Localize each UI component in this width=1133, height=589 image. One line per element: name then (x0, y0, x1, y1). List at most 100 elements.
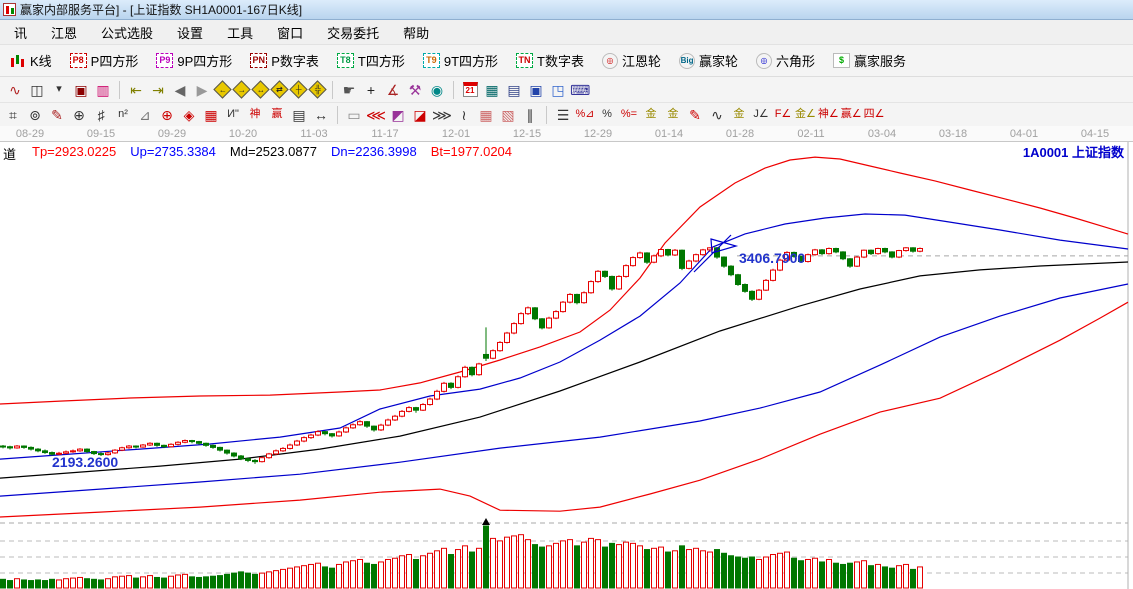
toolbar-divider (453, 81, 454, 99)
fan-box-magenta-icon[interactable]: ◩ (388, 105, 408, 125)
price-ladder-icon[interactable]: ☰ (553, 105, 573, 125)
calculator-icon[interactable]: ▦ (482, 80, 502, 100)
hand-tool-icon[interactable]: ☛ (339, 80, 359, 100)
frame-tool-icon[interactable]: ▭ (344, 105, 364, 125)
shen-tool-icon[interactable]: 神 (245, 105, 265, 125)
indicator-value-4: Bt=1977.0204 (431, 144, 512, 163)
crosshair-icon[interactable]: + (361, 80, 381, 100)
n2-icon[interactable]: n² (113, 105, 133, 125)
arrow-fan-icon[interactable]: ⋙ (432, 105, 452, 125)
percent-icon[interactable]: % (597, 105, 617, 125)
toolbar-divider (337, 106, 338, 124)
ying-tool-icon[interactable]: 赢 (267, 105, 287, 125)
angle-f-icon[interactable]: F∠ (773, 105, 793, 125)
circle-grid-icon[interactable]: ⊕ (69, 105, 89, 125)
network-icon[interactable]: ◳ (548, 80, 568, 100)
calendar-icon[interactable]: 21 (460, 80, 480, 100)
brush-flag-icon[interactable]: ✎ (685, 105, 705, 125)
grid-target-icon[interactable]: ▦ (201, 105, 221, 125)
kline-type-icon[interactable]: ◫ (27, 80, 47, 100)
menu-item-7[interactable]: 帮助 (391, 20, 441, 45)
p-number-table-button[interactable]: PNP数字表 (246, 49, 323, 72)
target-red-icon[interactable]: ⊕ (157, 105, 177, 125)
flag-angle-icon[interactable]: ⊿ (135, 105, 155, 125)
menu-item-2[interactable]: 公式选股 (89, 20, 165, 45)
gann-wheel-button-icon: ◎ (602, 53, 618, 69)
width-arrow-icon[interactable]: ↔ (311, 105, 331, 125)
pattern-tool-icon[interactable]: ⚒ (405, 80, 425, 100)
wave-tool-icon[interactable]: ∿ (707, 105, 727, 125)
save-icon[interactable]: ▣ (526, 80, 546, 100)
shift-right-icon[interactable]: → (232, 80, 250, 98)
angle-si-icon[interactable]: 四∠ (864, 105, 885, 125)
last-page-icon[interactable]: ⇥ (148, 80, 168, 100)
t-square-button[interactable]: T8T四方形 (333, 49, 409, 72)
analysis-brain-icon[interactable]: ◉ (427, 80, 447, 100)
notes-icon[interactable]: ▤ (504, 80, 524, 100)
grid-box-icon[interactable]: ▦ (476, 105, 496, 125)
percent-level-icon[interactable]: %= (619, 105, 639, 125)
computer-icon[interactable]: ⌨ (570, 80, 590, 100)
p-square-button-icon: P8 (70, 53, 87, 68)
gold-circle-icon[interactable]: 金 (641, 105, 661, 125)
parallel-lines-icon[interactable]: ∥ (520, 105, 540, 125)
nine-p-square-button[interactable]: P99P四方形 (152, 49, 236, 72)
gold-underline-icon[interactable]: 金 (729, 105, 749, 125)
volume-profile-icon[interactable]: ▥ (93, 80, 113, 100)
nine-t-square-button[interactable]: T99T四方形 (419, 49, 502, 72)
gann-wheel-button[interactable]: ◎江恩轮 (598, 49, 665, 72)
nine-p-square-button-label: 9P四方形 (177, 51, 232, 70)
angle-gold-icon[interactable]: 金∠ (795, 105, 816, 125)
p-square-button[interactable]: P8 P四方形 (66, 49, 143, 72)
menu-bar: 讯江恩公式选股设置工具窗口交易委托帮助 (0, 20, 1133, 45)
menu-item-6[interactable]: 交易委托 (315, 20, 391, 45)
menu-item-3[interactable]: 设置 (165, 20, 215, 45)
fan-box-red-icon[interactable]: ◪ (410, 105, 430, 125)
percent-triangle-icon[interactable]: %⊿ (575, 105, 595, 125)
toolbar-divider (332, 81, 333, 99)
t-number-table-button[interactable]: TNT数字表 (512, 49, 588, 72)
kline-chart[interactable]: 3406.79002193.2600 (0, 142, 1133, 589)
hexagon-button[interactable]: ◎六角形 (752, 49, 819, 72)
comb-icon[interactable]: ♯ (91, 105, 111, 125)
dropdown-arrow-icon[interactable]: ▾ (49, 80, 69, 100)
menu-item-5[interactable]: 窗口 (265, 20, 315, 45)
quote-icon[interactable]: И" (223, 105, 243, 125)
pen-rocket-icon[interactable]: ✎ (47, 105, 67, 125)
full-range-icon[interactable]: ╬ (308, 80, 326, 98)
compress-h-icon[interactable]: ⇄ (270, 80, 288, 98)
grid-box-arrow-icon[interactable]: ▧ (498, 105, 518, 125)
menu-item-4[interactable]: 工具 (215, 20, 265, 45)
winner-wheel-button[interactable]: Big赢家轮 (675, 49, 742, 72)
kline-button[interactable]: K线 (6, 49, 56, 72)
next-page-icon[interactable]: ▶ (192, 80, 212, 100)
pattern-window-icon[interactable]: ▣ (71, 80, 91, 100)
ruler-icon[interactable]: ⌗ (3, 105, 23, 125)
date-tick-label: 04-01 (1010, 128, 1038, 140)
date-tick-label: 10-20 (229, 128, 257, 140)
spiral-icon[interactable]: ⊚ (25, 105, 45, 125)
measure-icon[interactable]: ∡ (383, 80, 403, 100)
expand-h-icon[interactable]: ↔ (251, 80, 269, 98)
zigzag-icon[interactable]: ≀ (454, 105, 474, 125)
angle-shen-icon[interactable]: 神∠ (818, 105, 839, 125)
angle-j-icon[interactable]: J∠ (751, 105, 771, 125)
indicator-name: 道 (3, 144, 16, 163)
prev-page-icon[interactable]: ◀ (170, 80, 190, 100)
ruler123-icon[interactable]: ▤ (289, 105, 309, 125)
expand-all-icon[interactable]: ┼ (289, 80, 307, 98)
star-grid-icon[interactable]: ◈ (179, 105, 199, 125)
line-chart-icon[interactable]: ∿ (5, 80, 25, 100)
date-tick-label: 02-11 (797, 128, 824, 140)
shift-left-icon[interactable]: ← (213, 80, 231, 98)
gann-fan-icon[interactable]: ⋘ (366, 105, 386, 125)
menu-item-0[interactable]: 讯 (2, 20, 39, 45)
date-tick-label: 12-29 (584, 128, 612, 140)
indicator-value-0: Tp=2923.0225 (32, 144, 116, 163)
menu-item-1[interactable]: 江恩 (39, 20, 89, 45)
angle-ying-icon[interactable]: 赢∠ (841, 105, 862, 125)
gold-lines-icon[interactable]: 金 (663, 105, 683, 125)
winner-service-button[interactable]: $赢家服务 (829, 49, 910, 72)
p-square-button-label: P四方形 (91, 51, 139, 70)
first-page-icon[interactable]: ⇤ (126, 80, 146, 100)
